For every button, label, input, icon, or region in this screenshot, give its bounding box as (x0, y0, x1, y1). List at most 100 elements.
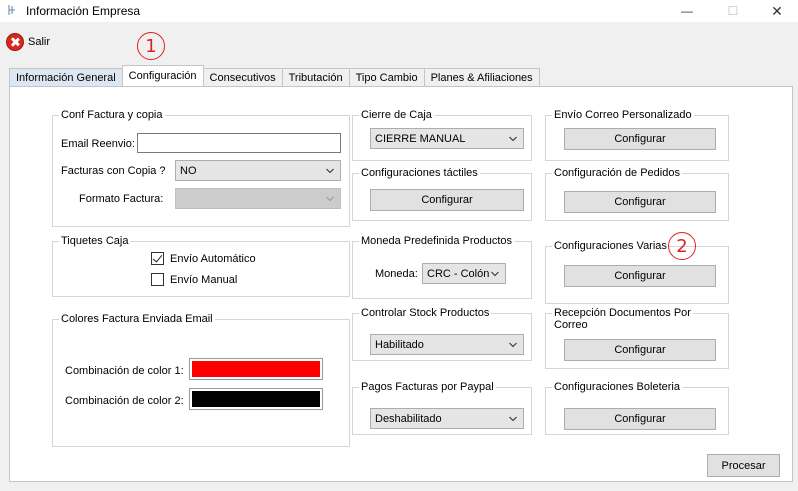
configurar-pedidos-button[interactable]: Configurar (564, 191, 716, 213)
envio-manual-checkbox[interactable]: Envío Manual (151, 273, 237, 286)
procesar-button[interactable]: Procesar (707, 454, 780, 477)
moneda-select[interactable]: CRC - Colón (422, 263, 506, 284)
group-envio-correo: Envío Correo Personalizado Configurar (545, 109, 729, 161)
minimize-button[interactable]: — (664, 0, 710, 22)
formato-factura-select[interactable] (175, 188, 341, 209)
chevron-down-icon (491, 270, 499, 278)
tab-planes-afiliaciones[interactable]: Planes & Afiliaciones (423, 68, 540, 86)
group-moneda-predefinida: Moneda Predefinida Productos Moneda: CRC… (352, 235, 532, 299)
color-2-fill (192, 391, 320, 407)
group-title: Configuraciones Boleteria (552, 381, 682, 394)
group-title-line1: Recepción Documentos Por (554, 307, 691, 319)
group-colores-factura: Colores Factura Enviada Email Combinació… (52, 313, 350, 447)
tab-label: Información General (16, 71, 116, 84)
facturas-copia-select[interactable]: NO (175, 160, 341, 181)
salir-label: Salir (28, 36, 51, 48)
close-button[interactable]: ✕ (754, 0, 798, 22)
group-title: Cierre de Caja (359, 109, 434, 122)
group-title: Configuración de Pedidos (552, 167, 682, 180)
color-1-label: Combinación de color 1: (65, 365, 184, 377)
group-title: Colores Factura Enviada Email (59, 313, 215, 326)
group-title: Conf Factura y copia (59, 109, 165, 122)
email-reenvio-input[interactable] (137, 133, 341, 153)
annotation-marker-2: 2 (668, 232, 696, 260)
group-title: Configuraciones Varias (552, 240, 669, 253)
group-controlar-stock: Controlar Stock Productos Habilitado (352, 307, 532, 361)
title-bar: Información Empresa — ☐ ✕ (0, 0, 798, 22)
group-pagos-paypal: Pagos Facturas por Paypal Deshabilitado (352, 381, 532, 435)
configurar-boleteria-button[interactable]: Configurar (564, 408, 716, 430)
select-value: Deshabilitado (375, 412, 442, 425)
group-title: Controlar Stock Productos (359, 307, 492, 320)
color-2-label: Combinación de color 2: (65, 395, 184, 407)
checkbox-box (151, 252, 164, 265)
checkbox-label: Envío Manual (170, 273, 238, 286)
formato-factura-label: Formato Factura: (79, 193, 164, 205)
tab-label: Tipo Cambio (355, 71, 418, 84)
button-label: Configurar (614, 133, 666, 145)
button-label: Configurar (614, 413, 666, 425)
group-title: Pagos Facturas por Paypal (359, 381, 496, 394)
color-1-fill (192, 361, 320, 377)
group-conf-factura: Conf Factura y copia Email Reenvio: Fact… (52, 109, 350, 227)
maximize-icon: ☐ (727, 4, 739, 18)
group-configuraciones-varias: Configuraciones Varias Configurar (545, 240, 729, 304)
group-cierre-caja: Cierre de Caja CIERRE MANUAL (352, 109, 532, 161)
select-value: Habilitado (375, 338, 424, 351)
tab-tipo-cambio[interactable]: Tipo Cambio (348, 68, 425, 86)
group-title: Configuraciones táctiles (359, 167, 480, 180)
group-title: Recepción Documentos Por Correo (552, 307, 693, 331)
cierre-caja-select[interactable]: CIERRE MANUAL (370, 128, 524, 149)
select-value: CRC - Colón (427, 267, 490, 280)
tab-tributacion[interactable]: Tributación (281, 68, 350, 86)
tab-label: Tributación (288, 71, 343, 84)
chevron-down-icon (509, 415, 517, 423)
pagos-paypal-select[interactable]: Deshabilitado (370, 408, 524, 429)
configurar-recepcion-button[interactable]: Configurar (564, 339, 716, 361)
window-title: Información Empresa (26, 4, 141, 18)
group-title: Moneda Predefinida Productos (359, 235, 515, 248)
select-value: CIERRE MANUAL (375, 132, 466, 145)
email-reenvio-label: Email Reenvio: (61, 138, 135, 150)
configurar-correo-button[interactable]: Configurar (564, 128, 716, 150)
facturas-copia-label: Facturas con Copia ? (61, 165, 166, 177)
controlar-stock-select[interactable]: Habilitado (370, 334, 524, 355)
toolbar: Salir (0, 22, 798, 60)
maximize-button[interactable]: ☐ (710, 0, 756, 22)
salir-button[interactable]: Salir (6, 31, 50, 53)
button-label: Procesar (721, 459, 766, 472)
close-icon: ✕ (771, 2, 783, 19)
group-title-line2: Correo (554, 319, 588, 331)
configurar-tactiles-button[interactable]: Configurar (370, 189, 524, 211)
group-recepcion-documentos: Recepción Documentos Por Correo Configura… (545, 307, 729, 369)
color-1-swatch[interactable] (189, 358, 323, 380)
chevron-down-icon (509, 341, 517, 349)
group-configuraciones-boleteria: Configuraciones Boleteria Configurar (545, 381, 729, 435)
color-2-swatch[interactable] (189, 388, 323, 410)
button-label: Configurar (614, 344, 666, 356)
minimize-icon: — (681, 4, 693, 18)
tab-panel-configuracion: Conf Factura y copia Email Reenvio: Fact… (9, 86, 793, 482)
tab-label: Planes & Afiliaciones (430, 71, 533, 84)
tab-label: Configuración (128, 70, 197, 82)
chevron-down-icon (509, 135, 517, 143)
tab-configuracion[interactable]: Configuración (121, 65, 204, 86)
checkbox-label: Envío Automático (170, 252, 256, 265)
group-tiquetes-caja: Tiquetes Caja Envío Automático Envío Man… (52, 235, 350, 297)
envio-automatico-checkbox[interactable]: Envío Automático (151, 252, 256, 265)
tab-informacion-general[interactable]: Información General (9, 68, 123, 86)
app-icon (8, 5, 15, 15)
select-value: NO (180, 164, 197, 177)
tab-label: Consecutivos (209, 71, 276, 84)
tab-strip: Información General Configuración Consec… (9, 65, 540, 86)
button-label: Configurar (614, 196, 666, 208)
chevron-down-icon (326, 195, 334, 203)
tab-consecutivos[interactable]: Consecutivos (202, 68, 283, 86)
moneda-label: Moneda: (375, 268, 418, 280)
checkbox-box (151, 273, 164, 286)
chevron-down-icon (326, 167, 334, 175)
group-configuraciones-tactiles: Configuraciones táctiles Configurar (352, 167, 532, 221)
button-label: Configurar (614, 270, 666, 282)
configurar-varias-button[interactable]: Configurar (564, 265, 716, 287)
group-title: Tiquetes Caja (59, 235, 131, 248)
